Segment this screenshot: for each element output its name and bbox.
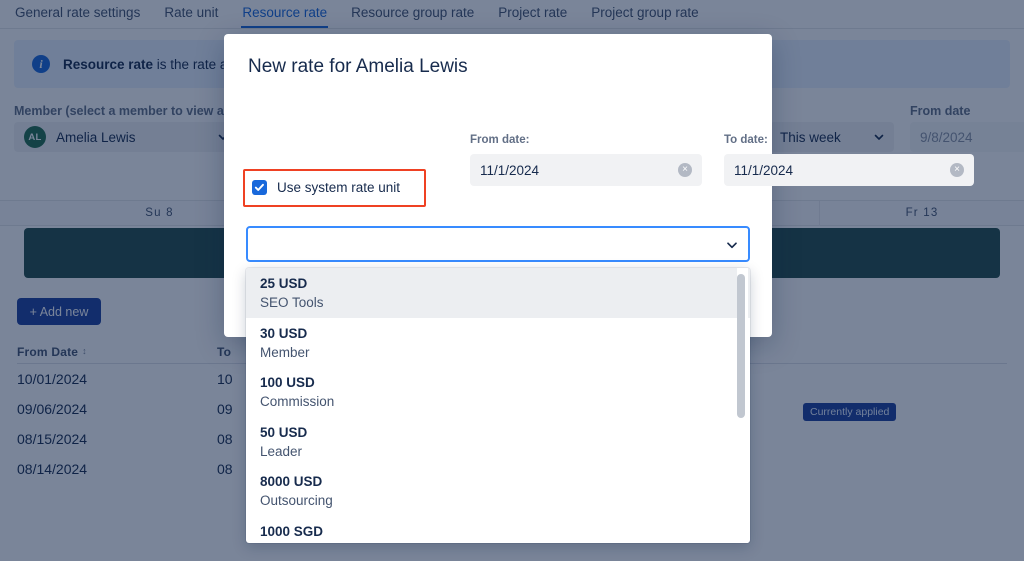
chevron-down-icon xyxy=(726,239,737,249)
dropdown-option-amount: 50 USD xyxy=(260,424,308,440)
modal-from-date-field[interactable]: 11/1/2024 × xyxy=(470,154,702,186)
dropdown-option-name: Outsourcing xyxy=(260,493,333,508)
close-icon[interactable]: × xyxy=(678,163,692,177)
dropdown-option[interactable]: 100 USD Commission xyxy=(246,367,750,417)
dropdown-scrollbar-thumb[interactable] xyxy=(737,274,745,418)
dropdown-option-amount: 100 USD xyxy=(260,375,315,390)
checkbox-checked-icon xyxy=(252,180,267,195)
dropdown-option[interactable]: 8000 USD Outsourcing xyxy=(246,466,750,516)
dropdown-option-amount: 30 USD xyxy=(260,325,308,341)
app-root: General rate settings Rate unit Resource… xyxy=(0,0,1024,561)
dropdown-option[interactable]: 50 USD Leader xyxy=(246,417,750,467)
dropdown-option-name: SEO Tools xyxy=(260,295,324,310)
dropdown-option-amount: 8000 USD xyxy=(260,474,323,489)
modal-from-date-label: From date: xyxy=(470,134,530,146)
dropdown-option[interactable]: 30 USD Member xyxy=(246,318,750,368)
rate-unit-select[interactable] xyxy=(246,226,750,262)
dropdown-option-amount: 25 USD xyxy=(260,276,308,291)
checkbox-label: Use system rate unit xyxy=(277,180,401,195)
dropdown-option[interactable]: 1000 SGD xyxy=(246,516,750,544)
modal-title: New rate for Amelia Lewis xyxy=(248,56,468,77)
use-system-rate-unit-checkbox[interactable]: Use system rate unit xyxy=(252,180,400,195)
modal-to-date-field[interactable]: 11/1/2024 × xyxy=(724,154,974,186)
rate-unit-dropdown-list[interactable]: 25 USD SEO Tools 30 USD Member 100 USD C… xyxy=(246,268,750,543)
modal-from-date-value: 11/1/2024 xyxy=(480,162,540,178)
dropdown-scrollbar[interactable] xyxy=(737,268,748,543)
close-icon[interactable]: × xyxy=(950,163,964,177)
modal-to-date-label: To date: xyxy=(724,134,768,146)
dropdown-option-name: Member xyxy=(260,344,310,360)
dropdown-option-amount: 1000 SGD xyxy=(260,523,324,539)
dropdown-option[interactable]: 25 USD SEO Tools xyxy=(246,268,750,318)
dropdown-option-name: Commission xyxy=(260,394,335,409)
dropdown-option-name: Leader xyxy=(260,443,303,459)
modal-to-date-value: 11/1/2024 xyxy=(734,162,794,178)
